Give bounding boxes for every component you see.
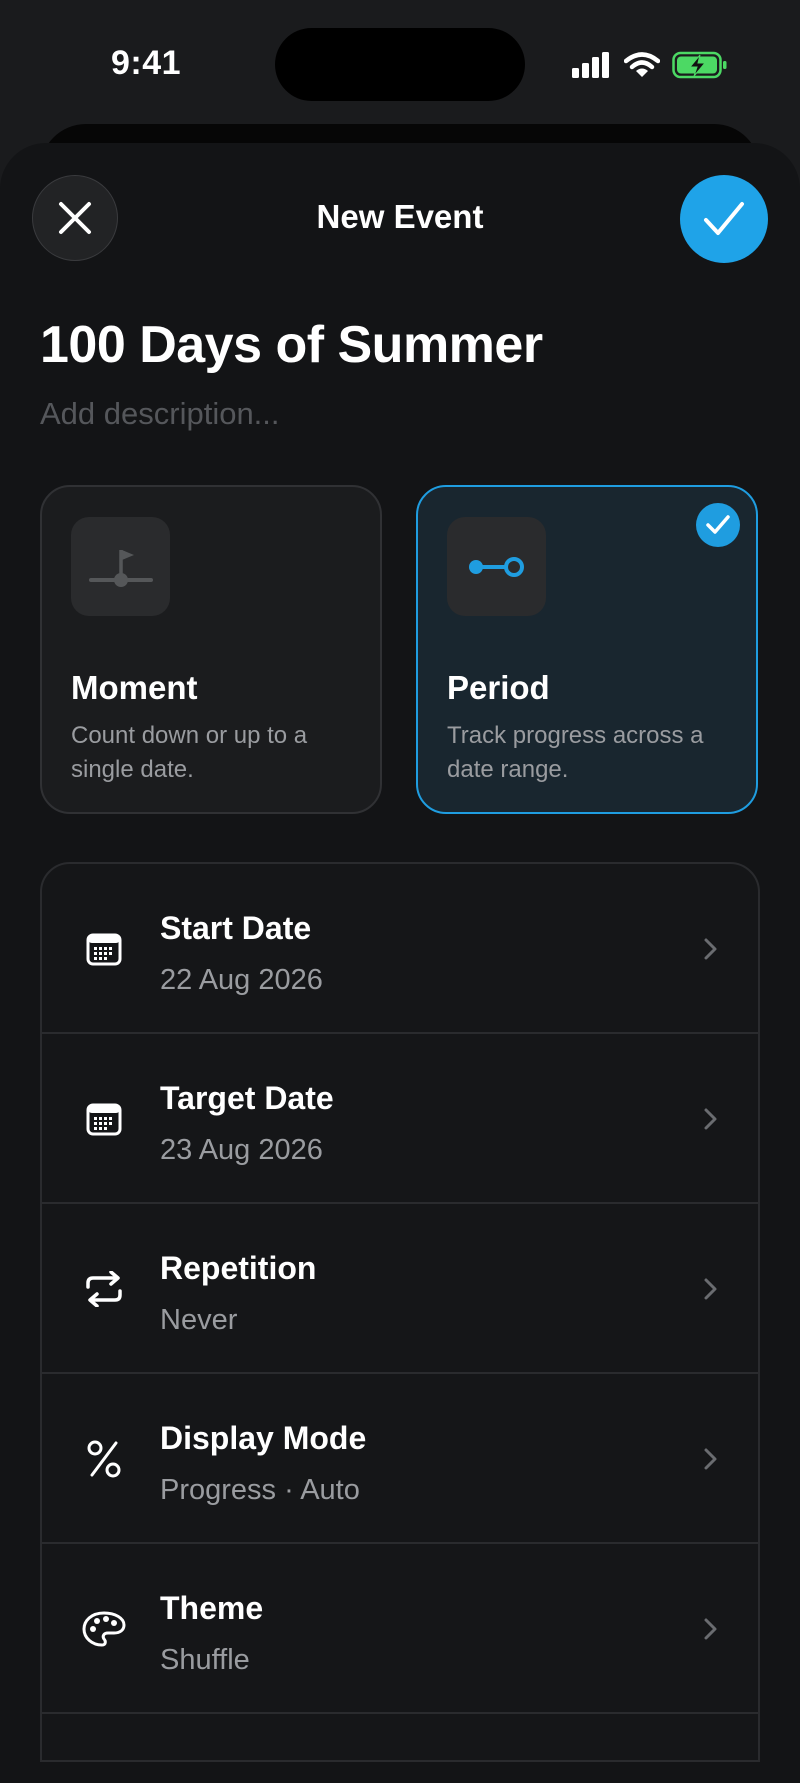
repeat-icon <box>82 1267 126 1311</box>
setting-label: Target Date <box>160 1080 334 1116</box>
status-icons <box>572 50 728 80</box>
period-icon-box <box>447 517 546 616</box>
setting-row-target-date[interactable]: Target Date 23 Aug 2026 <box>42 1034 758 1204</box>
setting-value: Shuffle <box>160 1644 250 1676</box>
selected-check-badge <box>696 503 740 547</box>
cellular-signal-icon <box>572 52 609 78</box>
setting-value: 23 Aug 2026 <box>160 1134 323 1166</box>
setting-label: Start Date <box>160 910 312 946</box>
battery-charging-icon <box>672 51 727 79</box>
setting-label: Display Mode <box>160 1420 367 1456</box>
dynamic-island <box>275 28 525 101</box>
chevron-right-icon <box>704 938 717 960</box>
calendar-icon <box>82 1097 126 1141</box>
setting-value: Never <box>160 1304 238 1336</box>
palette-icon <box>82 1607 126 1651</box>
flag-timeline-icon <box>88 549 153 587</box>
setting-value: Progress · Auto <box>160 1474 360 1506</box>
checkmark-icon <box>704 202 744 235</box>
setting-value: 22 Aug 2026 <box>160 964 323 996</box>
chevron-right-icon <box>704 1278 717 1300</box>
period-title: Period <box>447 669 550 706</box>
setting-row-repetition[interactable]: Repetition Never <box>42 1204 758 1374</box>
moment-description: Count down or up to a single date. <box>71 722 308 783</box>
status-bar: 9:41 <box>0 0 800 120</box>
chevron-right-icon <box>704 1618 717 1640</box>
percent-icon <box>82 1437 126 1481</box>
moment-title: Moment <box>71 669 198 706</box>
wifi-icon <box>624 52 660 77</box>
setting-row-theme[interactable]: Theme Shuffle <box>42 1544 758 1714</box>
calendar-icon <box>82 927 126 971</box>
moment-icon-box <box>71 517 170 616</box>
status-time: 9:41 <box>111 44 182 82</box>
checkmark-icon <box>706 515 730 534</box>
event-type-period-card[interactable]: Period Track progress across a date rang… <box>416 485 758 814</box>
event-type-moment-card[interactable]: Moment Count down or up to a single date… <box>40 485 382 814</box>
settings-list: Start Date 22 Aug 2026 Target Date 23 Au… <box>40 862 760 1762</box>
setting-label: Theme <box>160 1590 264 1626</box>
setting-label: Repetition <box>160 1250 317 1286</box>
range-icon <box>468 556 524 577</box>
chevron-right-icon <box>704 1108 717 1130</box>
event-title-input[interactable]: 100 Days of Summer <box>40 315 543 375</box>
period-description: Track progress across a date range. <box>447 722 704 783</box>
save-button[interactable] <box>680 175 768 263</box>
chevron-right-icon <box>704 1448 717 1470</box>
setting-row-start-date[interactable]: Start Date 22 Aug 2026 <box>42 864 758 1034</box>
description-input[interactable]: Add description... <box>40 396 280 432</box>
setting-row-display-mode[interactable]: Display Mode Progress · Auto <box>42 1374 758 1544</box>
